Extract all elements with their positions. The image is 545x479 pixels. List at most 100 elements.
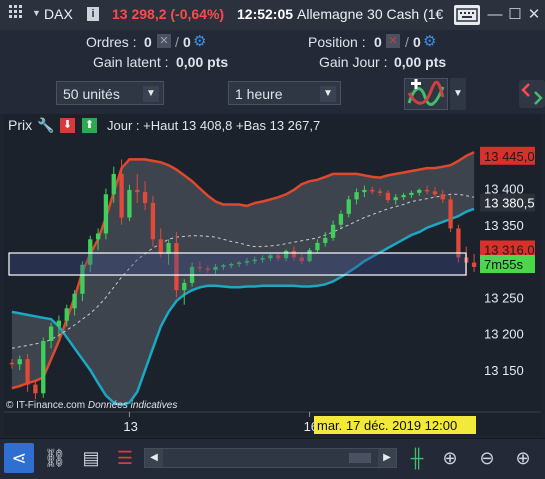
data-disclaimer: Données indicatives (87, 400, 178, 411)
candle (48, 326, 54, 341)
candle (362, 189, 367, 193)
candle (33, 384, 38, 394)
price-axis-label: 13 445,0 (484, 149, 535, 164)
indicators-menu-icon[interactable]: ▼ (450, 78, 466, 110)
price-axis-label: 13 250 (484, 290, 524, 305)
chart-scrollbar[interactable]: ◀ ▶ (144, 448, 397, 468)
scroll-right-icon[interactable]: ▶ (378, 449, 396, 467)
link-icon[interactable]: ⛓ (40, 443, 70, 473)
share-icon[interactable]: ⋖ (4, 443, 34, 473)
gear-icon[interactable]: ⚙ (423, 32, 436, 50)
position-count-2: 0 (413, 34, 421, 50)
candle (346, 199, 351, 214)
candle (182, 282, 187, 291)
scroll-thumb[interactable] (349, 453, 371, 463)
price-axis-label: 13 200 (484, 327, 524, 342)
grid-menu-icon[interactable] (4, 4, 28, 26)
copyright: © IT-Finance.com (6, 400, 86, 411)
price-axis-label: 13 350 (484, 218, 524, 233)
candle (72, 293, 77, 309)
candle (127, 189, 132, 218)
chevron-down-icon: ▼ (143, 86, 159, 102)
candle (9, 362, 15, 365)
candle (158, 239, 163, 254)
crosshair-date: mar. 17 déc. 2019 12:00 (317, 418, 457, 433)
gain-jour-value: 0,00 pts (394, 54, 447, 70)
order-book-icon[interactable]: ☰ (110, 443, 140, 473)
candle (354, 192, 359, 200)
candle (25, 359, 30, 385)
candle (432, 191, 438, 195)
candle (56, 320, 62, 327)
instrument-name: Allemagne 30 Cash (1€ (297, 6, 444, 22)
buy-arrow-icon[interactable]: ⬆ (82, 118, 97, 133)
candle (41, 341, 46, 394)
gain-jour-label: Gain Jour : (319, 54, 388, 70)
zoom-out-icon[interactable]: ⊖ (472, 443, 502, 473)
cancel-orders-icon[interactable]: ✕ (157, 34, 171, 48)
candle (471, 262, 477, 267)
clock-time: 12:52:05 (237, 6, 294, 22)
highlight-zone (8, 252, 467, 276)
units-dropdown[interactable]: 50 unités ▼ (56, 81, 164, 105)
time-axis-label: 13 (123, 419, 137, 434)
chart-toolbar: 50 unités ▼ 1 heure ▼ ▼ (0, 74, 545, 114)
candle (17, 359, 22, 365)
candle (448, 199, 453, 229)
position-count: 0 (374, 34, 382, 50)
period-dropdown[interactable]: 1 heure ▼ (228, 81, 341, 105)
price-chart[interactable]: 13 445,0 13 400 13 380,5 13 350 13 316,0 7m55… (4, 114, 541, 436)
side-panel-toggle-icon[interactable] (519, 80, 545, 108)
candle (330, 224, 336, 238)
candle (315, 242, 320, 251)
price-axis-label: 13 380,5 (484, 196, 535, 211)
zoom-in-icon[interactable]: ⊕ (508, 443, 538, 473)
candle (142, 192, 148, 203)
period-value: 1 heure (235, 86, 283, 102)
price-axis-label: 13 150 (484, 363, 524, 378)
price-axis-label: 7m55s (484, 257, 524, 272)
candle (119, 173, 124, 218)
gear-icon[interactable]: ⚙ (193, 32, 206, 50)
drawing-tools-icon[interactable]: ▤ (76, 443, 106, 473)
candle (417, 189, 422, 193)
position-label: Position : (308, 34, 366, 50)
symbol-label[interactable]: DAX (44, 6, 73, 22)
ordres-count-2: 0 (183, 34, 191, 50)
candle (440, 194, 445, 200)
copyright-text: © IT-Finance.com Données indicatives (6, 400, 177, 411)
candle (338, 213, 344, 225)
close-position-icon[interactable]: ✕ (386, 34, 400, 48)
candle (103, 194, 109, 234)
candle (323, 237, 328, 243)
chart-canvas[interactable]: 13 445,013 40013 380,513 35013 316,07m55… (4, 114, 541, 436)
wrench-icon[interactable]: 🔧 (37, 117, 54, 133)
info-icon[interactable]: i (87, 7, 99, 21)
candle (150, 203, 156, 240)
gain-latent-label: Gain latent : (93, 54, 169, 70)
day-high-low-legend: Jour : +Haut 13 408,8 +Bas 13 267,7 (107, 118, 321, 133)
close-icon[interactable]: ✕ (522, 4, 545, 26)
sell-arrow-icon[interactable]: ⬇ (60, 118, 75, 133)
title-bar: ▼ DAX i 13 298,2 (-0,64%) 12:52:05 Allem… (0, 0, 545, 31)
candle (401, 195, 406, 198)
ordres-label: Ordres : (86, 34, 137, 50)
price-change: 13 298,2 (-0,64%) (112, 6, 225, 22)
candle (385, 192, 391, 201)
gain-latent-value: 0,00 pts (176, 54, 229, 70)
account-info-bar: Ordres : 0 ✕ / 0 ⚙ Position : 0 ✕ / 0 ⚙ … (0, 30, 545, 74)
symbol-dropdown-icon[interactable]: ▼ (32, 8, 41, 18)
candle-style-icon[interactable]: ╫ (402, 443, 432, 473)
bottom-toolbar: ⋖ ⛓ ▤ ☰ ◀ ▶ ╫ ⊕ ⊖ ⊕ (0, 438, 545, 479)
candle (135, 189, 140, 193)
candle (166, 242, 171, 254)
chevron-down-icon: ▼ (320, 86, 336, 102)
keyboard-icon[interactable] (454, 5, 480, 25)
candle (370, 189, 375, 192)
ordres-count: 0 (144, 34, 152, 50)
zoom-fit-icon[interactable]: ⊕ (435, 443, 465, 473)
candle (111, 173, 116, 195)
indicators-icon[interactable] (404, 78, 448, 110)
candle (409, 192, 414, 196)
scroll-left-icon[interactable]: ◀ (145, 449, 163, 467)
